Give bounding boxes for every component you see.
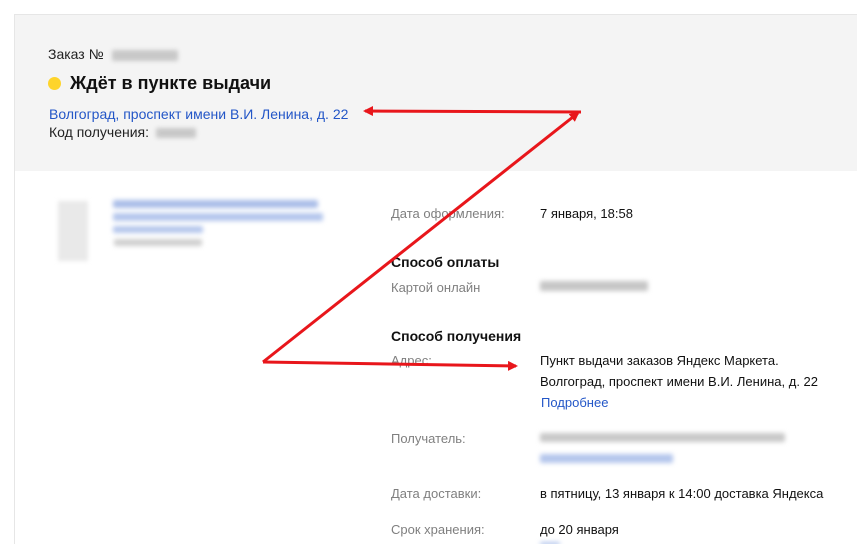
order-status-text: Ждёт в пункте выдачи: [70, 73, 272, 93]
recipient-label: Получатель:: [391, 431, 466, 446]
order-date-value: 7 января, 18:58: [540, 206, 633, 221]
product-price-redacted: [114, 239, 202, 246]
order-status: Ждёт в пункте выдачи: [48, 73, 271, 94]
product-image[interactable]: [58, 201, 88, 261]
pickup-code: Код получения:: [49, 124, 196, 140]
storage-value: до 20 января: [540, 522, 619, 537]
order-date-label: Дата оформления:: [391, 206, 505, 221]
recipient-phone-redacted[interactable]: [540, 454, 673, 463]
delivery-date-label: Дата доставки:: [391, 486, 482, 501]
address-line-2: Волгоград, проспект имени В.И. Ленина, д…: [540, 374, 819, 389]
delivery-section-title: Способ получения: [391, 328, 522, 344]
pickup-address-link[interactable]: Волгоград, проспект имени В.И. Ленина, д…: [49, 106, 348, 122]
product-title-redacted-line2[interactable]: [113, 213, 323, 221]
payment-card-redacted: [540, 281, 648, 291]
address-label: Адрес:: [391, 353, 432, 368]
more-details-link[interactable]: Подробнее: [541, 395, 608, 410]
pickup-code-redacted: [155, 128, 196, 139]
order-number-redacted: [111, 49, 178, 61]
payment-section-title: Способ оплаты: [391, 254, 500, 270]
recipient-redacted: [540, 433, 785, 442]
order-card: Заказ № Ждёт в пункте выдачи Волгоград, …: [14, 14, 857, 544]
product-title-redacted-line3[interactable]: [113, 226, 203, 233]
product-title-redacted[interactable]: [113, 200, 318, 208]
address-line-1: Пункт выдачи заказов Яндекс Маркета.: [540, 353, 779, 368]
storage-label: Срок хранения:: [391, 522, 485, 537]
delivery-date-value: в пятницу, 13 января к 14:00 доставка Ян…: [540, 486, 824, 501]
order-number: Заказ №: [48, 46, 178, 62]
order-header: Заказ № Ждёт в пункте выдачи Волгоград, …: [15, 15, 857, 171]
pickup-code-label: Код получения:: [49, 124, 150, 140]
payment-method-label: Картой онлайн: [391, 280, 481, 295]
status-dot-icon: [48, 77, 61, 90]
order-number-label: Заказ №: [48, 46, 104, 62]
